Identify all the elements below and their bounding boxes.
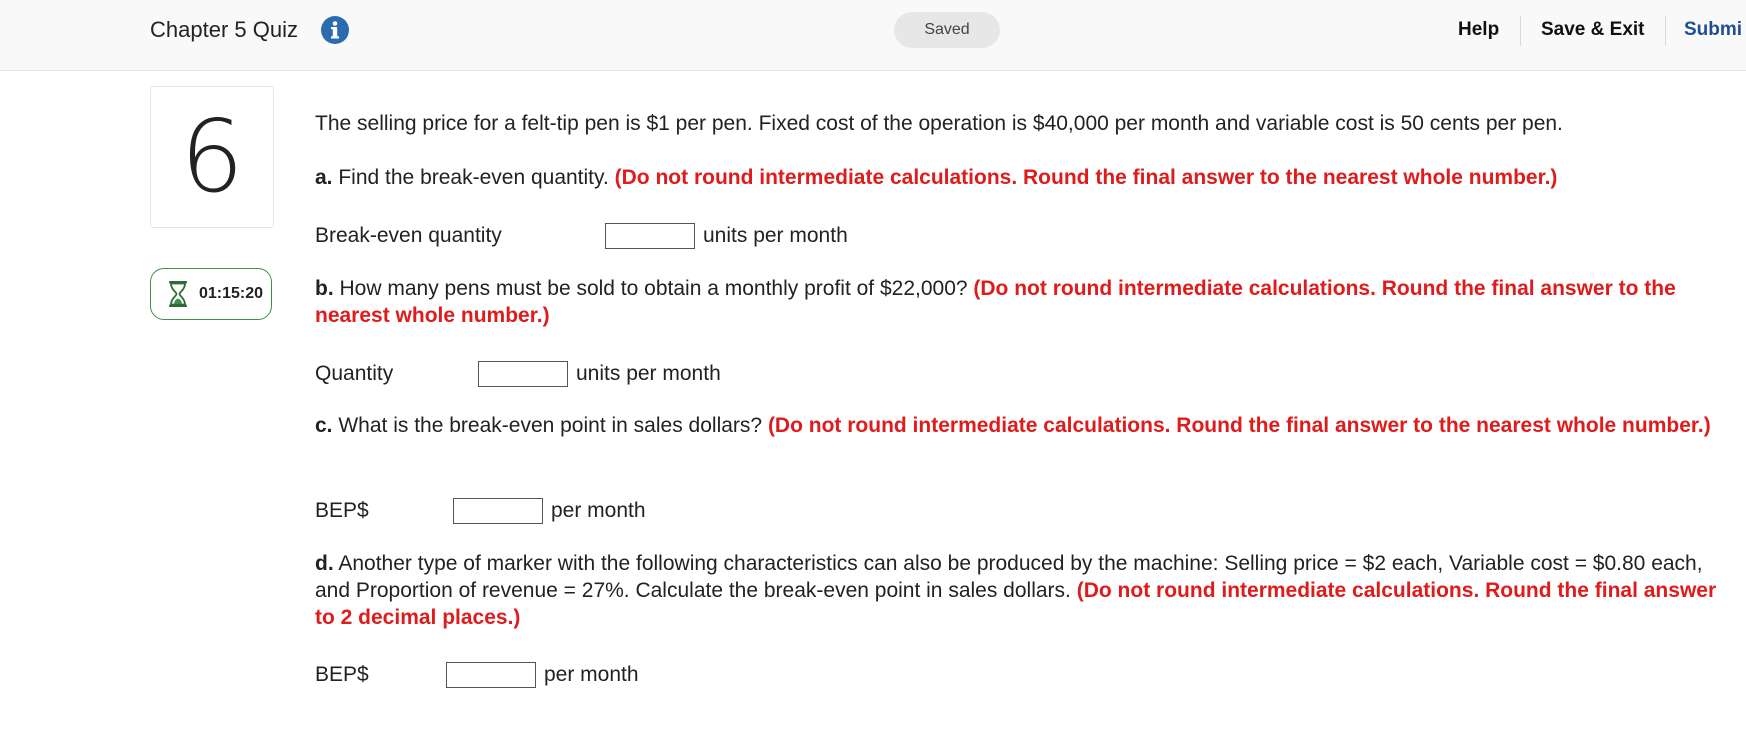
part-b-prompt: b. How many pens must be sold to obtain … xyxy=(315,275,1740,329)
part-a-prompt: a. Find the break-even quantity. (Do not… xyxy=(315,164,1740,191)
timer-badge[interactable]: 01:15:20 xyxy=(150,268,272,320)
bep-dollars-input[interactable] xyxy=(453,498,543,524)
submit-button[interactable]: Submi xyxy=(1684,19,1742,41)
part-letter: c. xyxy=(315,414,333,437)
field-label: BEP$ xyxy=(315,499,369,522)
question-number-card: 6 xyxy=(150,86,274,228)
part-letter: d. xyxy=(315,552,334,575)
field-unit: units per month xyxy=(703,224,848,247)
part-d-prompt: d. Another type of marker with the follo… xyxy=(315,550,1740,631)
saved-status-badge: Saved xyxy=(894,12,1000,48)
nav-divider xyxy=(1520,16,1521,46)
field-label: BEP$ xyxy=(315,663,369,686)
top-bar: Chapter 5 Quiz Saved Help Save & Exit Su… xyxy=(0,0,1746,71)
nav-divider xyxy=(1665,16,1666,46)
field-label: Break-even quantity xyxy=(315,224,502,247)
timer-value: 01:15:20 xyxy=(199,285,264,302)
field-unit: units per month xyxy=(576,362,721,385)
part-text: Find the break-even quantity. xyxy=(338,166,609,189)
question-number: 6 xyxy=(180,98,244,215)
field-unit: per month xyxy=(544,663,639,686)
info-icon[interactable] xyxy=(320,15,350,45)
help-button[interactable]: Help xyxy=(1458,19,1499,41)
part-instruction: (Do not round intermediate calculations.… xyxy=(767,414,1711,437)
part-c-prompt: c. What is the break-even point in sales… xyxy=(315,412,1740,439)
field-unit: per month xyxy=(551,499,646,522)
save-exit-button[interactable]: Save & Exit xyxy=(1541,19,1645,41)
question-intro: The selling price for a felt-tip pen is … xyxy=(315,112,1563,135)
part-instruction: (Do not round intermediate calculations.… xyxy=(614,166,1558,189)
part-letter: a. xyxy=(315,166,333,189)
part-text: How many pens must be sold to obtain a m… xyxy=(339,277,968,300)
field-label: Quantity xyxy=(315,362,394,385)
part-letter: b. xyxy=(315,277,334,300)
quantity-input[interactable] xyxy=(478,361,568,387)
hourglass-icon xyxy=(167,280,189,308)
part-text: What is the break-even point in sales do… xyxy=(338,414,763,437)
bep-dollars-marker-input[interactable] xyxy=(446,662,536,688)
quiz-title: Chapter 5 Quiz xyxy=(150,17,298,42)
break-even-quantity-input[interactable] xyxy=(605,223,695,249)
